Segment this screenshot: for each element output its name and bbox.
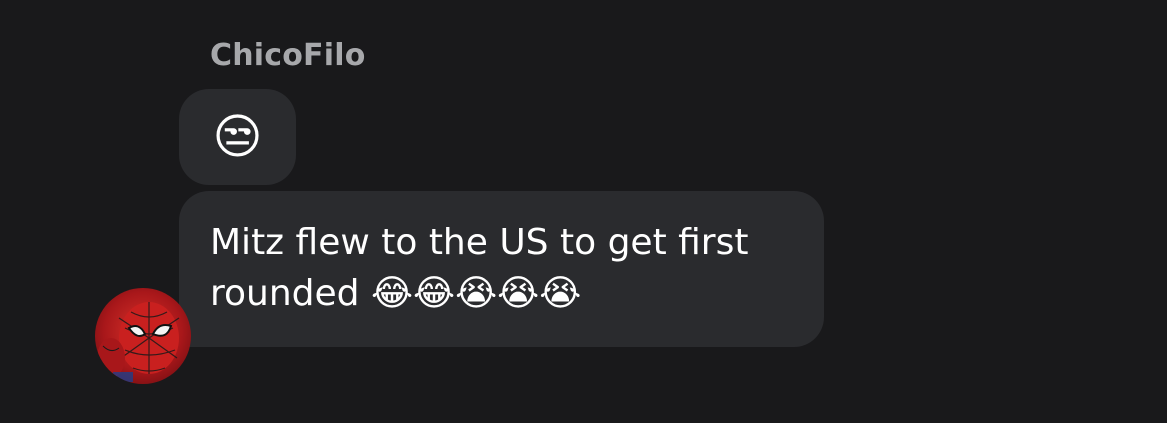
- sender-name[interactable]: ChicoFilo: [210, 36, 366, 76]
- message-text-line-2: rounded 😂😂😭😭😭: [210, 273, 582, 314]
- chat-thread: ChicoFilo 😒 Mitz flew to the US to get f…: [0, 0, 1167, 423]
- message-text-line-1: Mitz flew to the US to get first: [210, 222, 749, 263]
- sender-avatar[interactable]: [95, 288, 191, 384]
- spider-man-avatar-icon: [97, 302, 180, 382]
- message-bubble-text[interactable]: Mitz flew to the US to get first rounded…: [179, 191, 824, 347]
- unamused-face-emoji: 😒: [212, 109, 263, 165]
- message-bubble-emoji[interactable]: 😒: [179, 89, 296, 185]
